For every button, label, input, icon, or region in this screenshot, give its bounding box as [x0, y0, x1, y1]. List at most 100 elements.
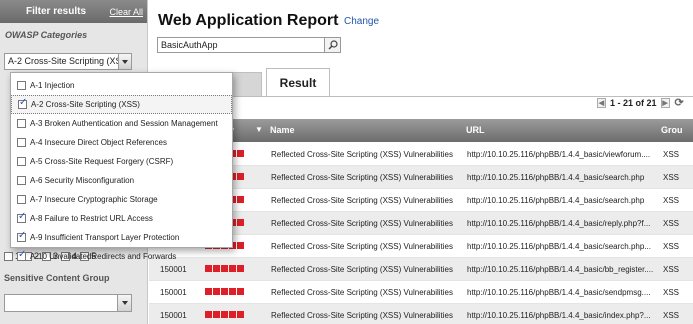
checkbox[interactable] — [17, 249, 26, 261]
column-url-header[interactable]: URL — [466, 125, 485, 135]
owasp-category-dropdown: A-1 Injection A-2 Cross-Site Scripting (X… — [10, 72, 233, 261]
row-url[interactable]: http://10.10.25.116/phpBB/1.4.4_basic/se… — [467, 196, 644, 205]
owasp-option[interactable]: A-3 Broken Authentication and Session Ma… — [11, 114, 232, 133]
row-name: Reflected Cross-Site Scripting (XSS) Vul… — [271, 288, 453, 297]
severity-segment — [229, 311, 236, 318]
page-range: 1 - 21 of 21 — [610, 97, 657, 108]
row-name: Reflected Cross-Site Scripting (XSS) Vul… — [271, 311, 453, 320]
severity-segment — [237, 219, 244, 226]
change-link[interactable]: Change — [344, 16, 379, 27]
chevron-down-icon[interactable] — [117, 295, 131, 311]
row-url[interactable]: http://10.10.25.116/phpBB/1.4.4_basic/se… — [467, 288, 651, 297]
severity-segment — [237, 196, 244, 203]
page-title: Web Application Report — [158, 12, 339, 29]
refresh-icon[interactable]: ⟳ — [675, 96, 684, 109]
checkbox[interactable] — [18, 97, 27, 109]
row-group: XSS — [663, 265, 680, 274]
row-url[interactable]: http://10.10.25.116/phpBB/1.4.4_basic/in… — [467, 311, 651, 320]
severity-segment — [221, 288, 228, 295]
filter-header: Filter results Clear All — [0, 0, 147, 23]
row-id: 150001 — [160, 265, 187, 274]
owasp-category-select[interactable]: A-2 Cross-Site Scripting (XSS) — [4, 53, 132, 70]
severity-bar — [205, 311, 244, 318]
owasp-option[interactable]: A-5 Cross-Site Request Forgery (CSRF) — [11, 152, 232, 171]
owasp-option-label: A-1 Injection — [30, 81, 75, 90]
severity-segment — [237, 173, 244, 180]
severity-segment — [237, 265, 244, 272]
owasp-option[interactable]: A-4 Insecure Direct Object References — [11, 133, 232, 152]
owasp-option[interactable]: A-9 Insufficient Transport Layer Protect… — [11, 228, 232, 247]
row-group: XSS — [663, 242, 680, 251]
owasp-option-label: A-3 Broken Authentication and Session Ma… — [30, 119, 218, 128]
filter-title: Filter results — [26, 6, 87, 17]
owasp-option[interactable]: A-1 Injection — [11, 76, 232, 95]
row-id: 150001 — [160, 311, 187, 320]
search-button[interactable] — [325, 37, 341, 53]
row-group: XSS — [663, 196, 680, 205]
owasp-option[interactable]: A-2 Cross-Site Scripting (XSS) — [11, 95, 232, 114]
application-input[interactable]: BasicAuthApp — [157, 37, 325, 53]
row-url[interactable]: http://10.10.25.116/phpBB/1.4.4_basic/se… — [467, 173, 644, 182]
checkbox[interactable] — [17, 195, 26, 204]
owasp-option[interactable]: A-7 Insecure Cryptographic Storage — [11, 190, 232, 209]
owasp-categories-label: OWASP Categories — [5, 30, 88, 40]
row-group: XSS — [663, 150, 680, 159]
owasp-option[interactable]: A-10 UnvalidatedRedirects and Forwards — [11, 247, 232, 266]
owasp-option-label: A-6 Security Misconfiguration — [30, 176, 135, 185]
checkbox[interactable] — [17, 138, 26, 147]
owasp-option-label: A-7 Insecure Cryptographic Storage — [30, 195, 158, 204]
owasp-option-label: A-9 Insufficient Transport Layer Protect… — [30, 233, 180, 242]
row-url[interactable]: http://10.10.25.116/phpBB/1.4.4_basic/vi… — [467, 150, 650, 159]
severity-segment — [213, 311, 220, 318]
checkbox[interactable] — [17, 230, 26, 242]
checkbox[interactable] — [17, 176, 26, 185]
owasp-option[interactable]: A-8 Failure to Restrict URL Access — [11, 209, 232, 228]
severity-segment — [229, 265, 236, 272]
owasp-option-label: A-10 UnvalidatedRedirects and Forwards — [30, 252, 177, 261]
row-url[interactable]: http://10.10.25.116/phpBB/1.4.4_basic/se… — [467, 242, 651, 251]
checkbox[interactable] — [17, 211, 26, 223]
severity-segment — [229, 288, 236, 295]
severity-segment — [205, 288, 212, 295]
severity-segment — [237, 242, 244, 249]
owasp-option-label: A-4 Insecure Direct Object References — [30, 138, 167, 147]
severity-segment — [213, 265, 220, 272]
severity-segment — [237, 150, 244, 157]
search-icon — [328, 40, 338, 50]
column-name-header[interactable]: Name — [270, 125, 295, 135]
sensitive-content-label: Sensitive Content Group — [4, 273, 110, 283]
severity-segment — [221, 311, 228, 318]
row-id: 150001 — [160, 288, 187, 297]
severity-segment — [237, 288, 244, 295]
row-url[interactable]: http://10.10.25.116/phpBB/1.4.4_basic/bb… — [467, 265, 653, 274]
owasp-option[interactable]: A-6 Security Misconfiguration — [11, 171, 232, 190]
checkbox[interactable] — [17, 119, 26, 128]
tab-result[interactable]: Result — [266, 68, 330, 96]
owasp-selected-value: A-2 Cross-Site Scripting (XSS) — [8, 56, 131, 66]
table-row[interactable]: 150001 Reflected Cross-Site Scripting (XS… — [149, 281, 693, 304]
owasp-option-label: A-8 Failure to Restrict URL Access — [30, 214, 153, 223]
sort-arrow-icon[interactable]: ▼ — [255, 125, 263, 134]
row-name: Reflected Cross-Site Scripting (XSS) Vul… — [271, 173, 453, 182]
column-group-header[interactable]: Grou — [661, 125, 683, 135]
row-group: XSS — [663, 219, 680, 228]
row-name: Reflected Cross-Site Scripting (XSS) Vul… — [271, 219, 453, 228]
row-name: Reflected Cross-Site Scripting (XSS) Vul… — [271, 196, 453, 205]
row-url[interactable]: http://10.10.25.116/phpBB/1.4.4_basic/re… — [467, 219, 650, 228]
chevron-down-icon[interactable] — [118, 54, 131, 69]
previous-page-button[interactable]: ◀ — [597, 97, 606, 108]
severity-segment — [237, 311, 244, 318]
checkbox[interactable] — [17, 81, 26, 90]
checkbox[interactable] — [17, 157, 26, 166]
owasp-option-label: A-2 Cross-Site Scripting (XSS) — [31, 100, 140, 109]
row-group: XSS — [663, 173, 680, 182]
severity-segment — [205, 265, 212, 272]
severity-segment — [205, 311, 212, 318]
row-name: Reflected Cross-Site Scripting (XSS) Vul… — [271, 150, 453, 159]
table-row[interactable]: 150001 Reflected Cross-Site Scripting (XS… — [149, 304, 693, 324]
sensitive-content-select[interactable] — [4, 294, 132, 312]
severity-bar — [205, 265, 244, 272]
row-name: Reflected Cross-Site Scripting (XSS) Vul… — [271, 242, 453, 251]
next-page-button[interactable]: ▶ — [660, 97, 670, 108]
clear-all-link[interactable]: Clear All — [109, 7, 143, 17]
